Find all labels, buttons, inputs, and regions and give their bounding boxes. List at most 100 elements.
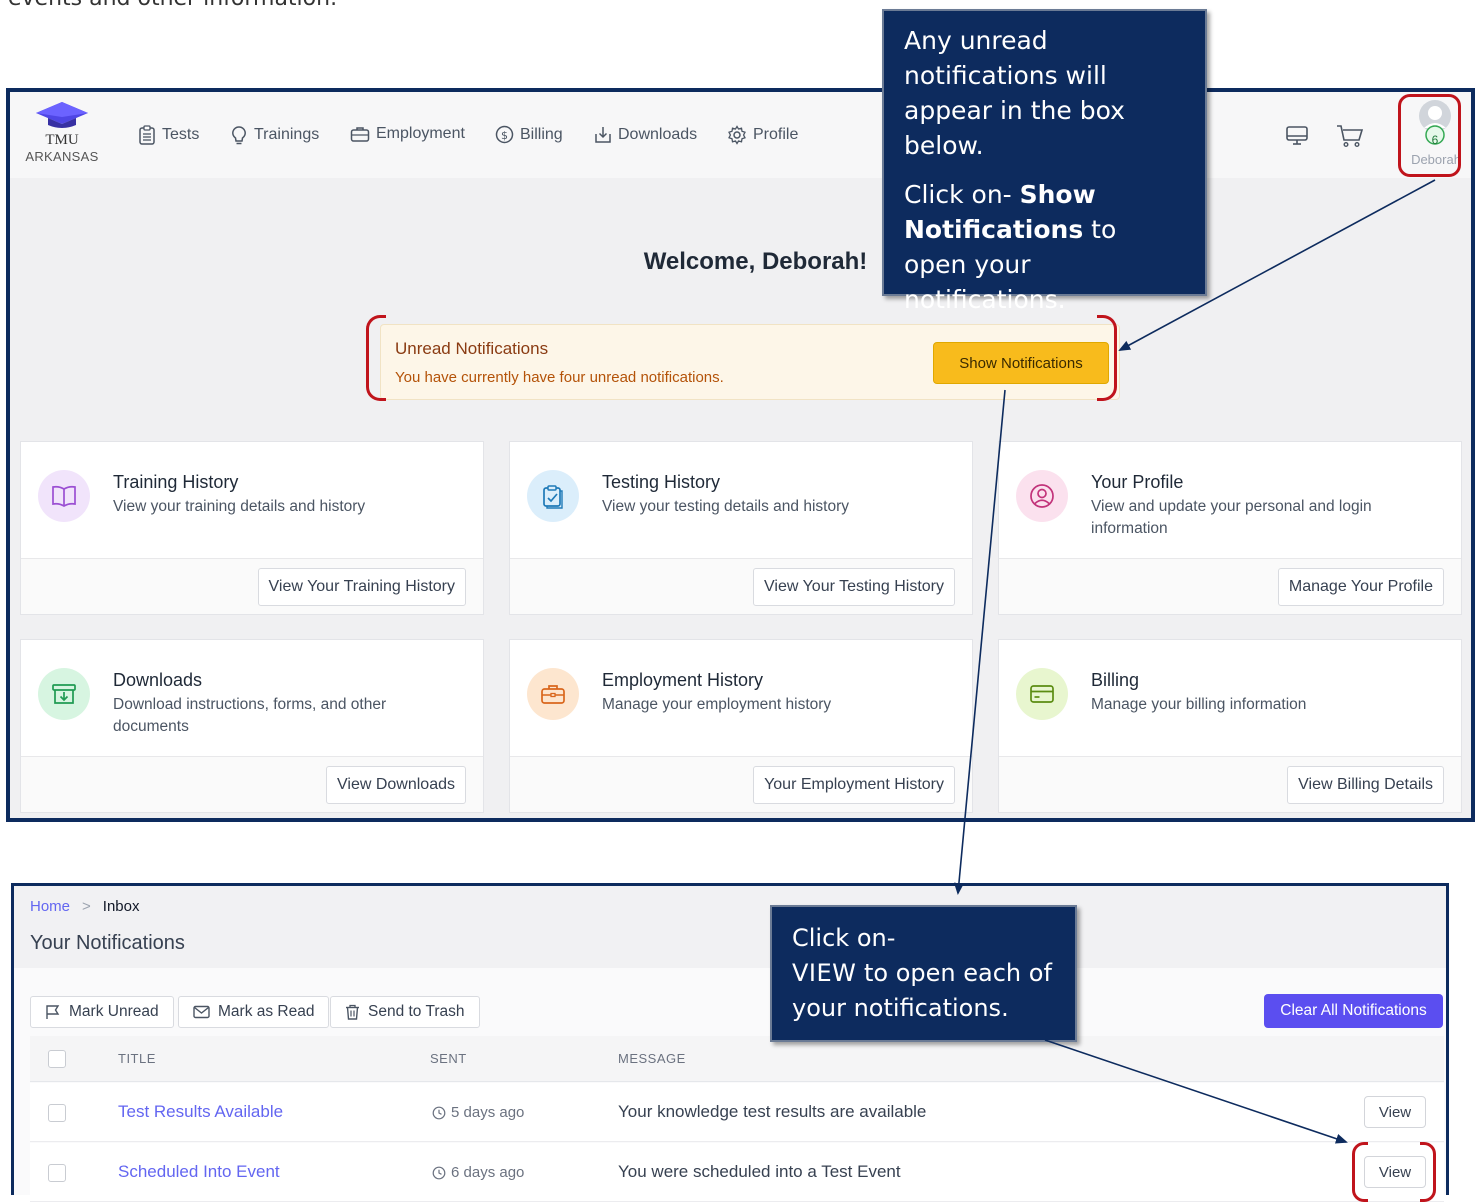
card-training-history: Training History View your training deta… [20,441,484,615]
briefcase-icon [541,685,565,704]
nav-label: Billing [520,125,563,143]
view-button-highlight [1352,1142,1436,1202]
view-billing-button[interactable]: View Billing Details [1287,766,1444,804]
card-description: View and update your personal and login … [1091,498,1372,537]
inbox-body: Mark Unread Mark as Read Send to Trash C… [14,968,1446,1202]
card-description: View your testing details and history [602,498,849,515]
mark-unread-button[interactable]: Mark Unread [30,996,174,1028]
clock-icon [432,1166,446,1179]
callout-text: Any unread notifications will appear in … [904,26,1125,160]
monitor-icon [1286,126,1308,145]
inbox-screenshot: Home > Inbox Your Notifications Mark Unr… [11,883,1449,1202]
send-to-trash-label: Send to Trash [368,1003,465,1020]
clock-icon [432,1106,446,1119]
card-title: Training History [113,472,239,492]
card-description: Manage your employment history [602,696,832,713]
notification-message: You were scheduled into a Test Event [618,1162,901,1181]
download-icon [595,127,611,143]
row-checkbox[interactable] [48,1164,66,1182]
callout-instruction: Click on- Show Notifications to open you… [904,177,1185,317]
card-icon-badge [527,668,579,720]
user-circle-icon [1030,484,1054,508]
card-title: Billing [1091,670,1140,690]
welcome-heading: Welcome, Deborah! [10,248,1471,276]
employment-history-button[interactable]: Your Employment History [753,766,955,804]
column-title: TITLE [118,1051,156,1066]
nav-item-tests[interactable]: Tests [138,125,199,145]
table-row: Scheduled Into Event 6 days ago You were… [30,1143,1444,1202]
send-to-trash-button[interactable]: Send to Trash [330,996,480,1028]
nav-item-profile[interactable]: Profile [727,125,798,145]
clipboard-check-icon [543,485,563,509]
select-all-checkbox[interactable] [48,1050,66,1068]
breadcrumb: Home > Inbox [30,898,139,915]
table-row: Test Results Available 5 days ago Your k… [30,1083,1444,1142]
page-title: Your Notifications [30,932,185,954]
briefcase-icon [350,127,370,142]
nav-label: Downloads [618,125,698,143]
view-downloads-button[interactable]: View Downloads [326,766,466,804]
nav-item-employment[interactable]: Employment [350,125,465,143]
clear-all-notifications-button[interactable]: Clear All Notifications [1264,994,1443,1028]
card-title: Employment History [602,670,764,690]
notification-title-link[interactable]: Scheduled Into Event [118,1162,280,1182]
gear-icon [728,125,746,145]
card-description: Manage your billing information [1091,696,1307,713]
view-button[interactable]: View [1364,1096,1426,1128]
callout-bold: VIEW [792,959,857,987]
callout-show-notifications: Any unread notifications will appear in … [882,9,1207,314]
breadcrumb-current: Inbox [102,898,140,915]
column-sent: SENT [430,1051,467,1066]
card-title: Downloads [113,670,203,690]
row-checkbox[interactable] [48,1104,66,1122]
breadcrumb-home[interactable]: Home [30,898,70,915]
sent-time-text: 6 days ago [451,1164,525,1181]
graduation-cap-icon [36,102,88,128]
banner-highlight [366,315,1117,401]
callout-pre: Click on- [904,180,1020,209]
nav-label: Tests [162,126,200,143]
callout-view: Click on- VIEW to open each of your noti… [770,905,1077,1042]
book-icon [52,485,76,507]
callout-pre: Click on- [792,924,896,952]
mark-as-read-label: Mark as Read [218,1003,315,1020]
nav-label: Employment [376,125,465,142]
sent-time: 5 days ago [432,1104,524,1121]
avatar-highlight [1398,94,1461,177]
brand-line1: TMU [45,132,79,148]
card-your-profile: Your Profile View and update your person… [998,441,1462,615]
cart-button[interactable] [1336,124,1364,148]
flag-icon [46,1005,60,1019]
mark-unread-label: Mark Unread [69,1003,159,1020]
card-icon-badge [38,470,90,522]
monitor-button[interactable] [1285,124,1309,148]
brand-logo[interactable]: TMU ARKANSAS [22,100,102,170]
nav-item-downloads[interactable]: Downloads [594,125,697,144]
card-downloads: Downloads Download instructions, forms, … [20,639,484,813]
intro-text: events and other information. [8,0,337,11]
archive-download-icon [52,684,76,704]
card-testing-history: Testing History View your testing detail… [509,441,973,615]
sent-time-text: 5 days ago [451,1104,525,1121]
view-testing-history-button[interactable]: View Your Testing History [753,568,955,606]
card-employment-history: Employment History Manage your employmen… [509,639,973,813]
trash-icon [346,1004,359,1020]
card-icon-badge [1016,470,1068,522]
sent-time: 6 days ago [432,1164,524,1181]
nav-label: Trainings [254,126,320,143]
nav-label: Profile [753,126,799,143]
top-nav: TMU ARKANSAS Tests Trainings Employment … [10,92,1471,178]
view-training-history-button[interactable]: View Your Training History [257,568,466,606]
mark-as-read-button[interactable]: Mark as Read [178,996,330,1028]
nav-item-trainings[interactable]: Trainings [230,125,319,145]
nav-item-billing[interactable]: $ Billing [495,125,563,144]
card-description: View your training details and history [113,498,366,515]
notification-title-link[interactable]: Test Results Available [118,1102,283,1122]
clipboard-icon [139,125,155,145]
manage-profile-button[interactable]: Manage Your Profile [1277,568,1444,606]
notification-message: Your knowledge test results are availabl… [618,1102,927,1121]
card-icon-badge [527,470,579,522]
table-header: TITLE SENT MESSAGE [30,1036,1444,1082]
card-description: Download instructions, forms, and other … [113,696,387,735]
chevron-right-icon: > [82,898,91,915]
